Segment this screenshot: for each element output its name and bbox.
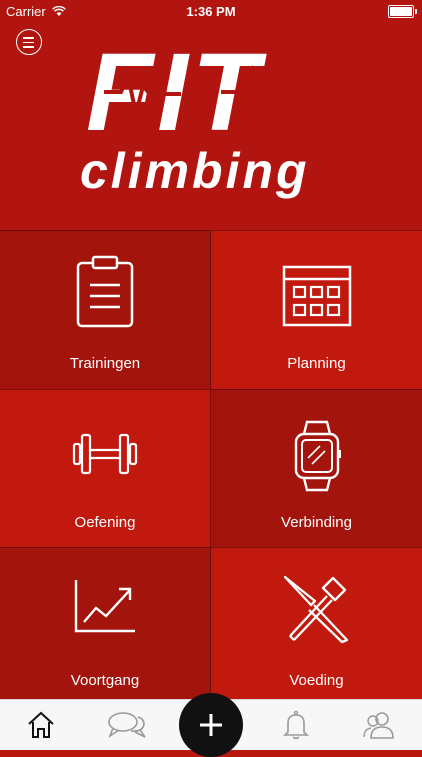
tile-label: Trainingen xyxy=(69,355,141,372)
battery-icon xyxy=(388,5,417,18)
clipboard-icon xyxy=(76,255,134,328)
tile-label: Planning xyxy=(287,355,346,372)
dumbbell-icon xyxy=(72,433,138,475)
calendar-icon xyxy=(282,265,351,327)
tile-label: Voeding xyxy=(289,672,344,689)
add-button[interactable] xyxy=(179,693,243,757)
chart-icon xyxy=(74,580,135,633)
menu-grid: Trainingen Planning Oefening Verbinding … xyxy=(0,230,422,699)
tile-voeding[interactable]: Voeding xyxy=(211,547,422,699)
bell-icon[interactable] xyxy=(283,710,309,740)
tile-label: Oefening xyxy=(74,514,136,531)
status-bar: Carrier 1:36 PM xyxy=(0,0,422,22)
logo-climbing-text: climbing xyxy=(80,143,310,199)
tile-trainingen[interactable]: Trainingen xyxy=(0,230,211,389)
tile-voortgang[interactable]: Voortgang xyxy=(0,547,211,699)
chat-icon[interactable] xyxy=(107,710,147,740)
tile-verbinding[interactable]: Verbinding xyxy=(211,389,422,547)
home-icon[interactable] xyxy=(26,710,56,740)
smartwatch-icon xyxy=(294,420,341,492)
tile-label: Verbinding xyxy=(281,514,352,531)
tile-label: Voortgang xyxy=(70,672,140,689)
fit-climbing-logo: FIT climbing xyxy=(80,31,310,199)
clock: 1:36 PM xyxy=(186,4,236,19)
plus-icon xyxy=(200,714,222,736)
users-icon[interactable] xyxy=(362,710,396,740)
fork-knife-icon xyxy=(283,575,348,644)
menu-icon[interactable] xyxy=(16,29,42,55)
tile-planning[interactable]: Planning xyxy=(211,230,422,389)
header: FIT climbing xyxy=(0,0,422,230)
tile-oefening[interactable]: Oefening xyxy=(0,389,211,547)
